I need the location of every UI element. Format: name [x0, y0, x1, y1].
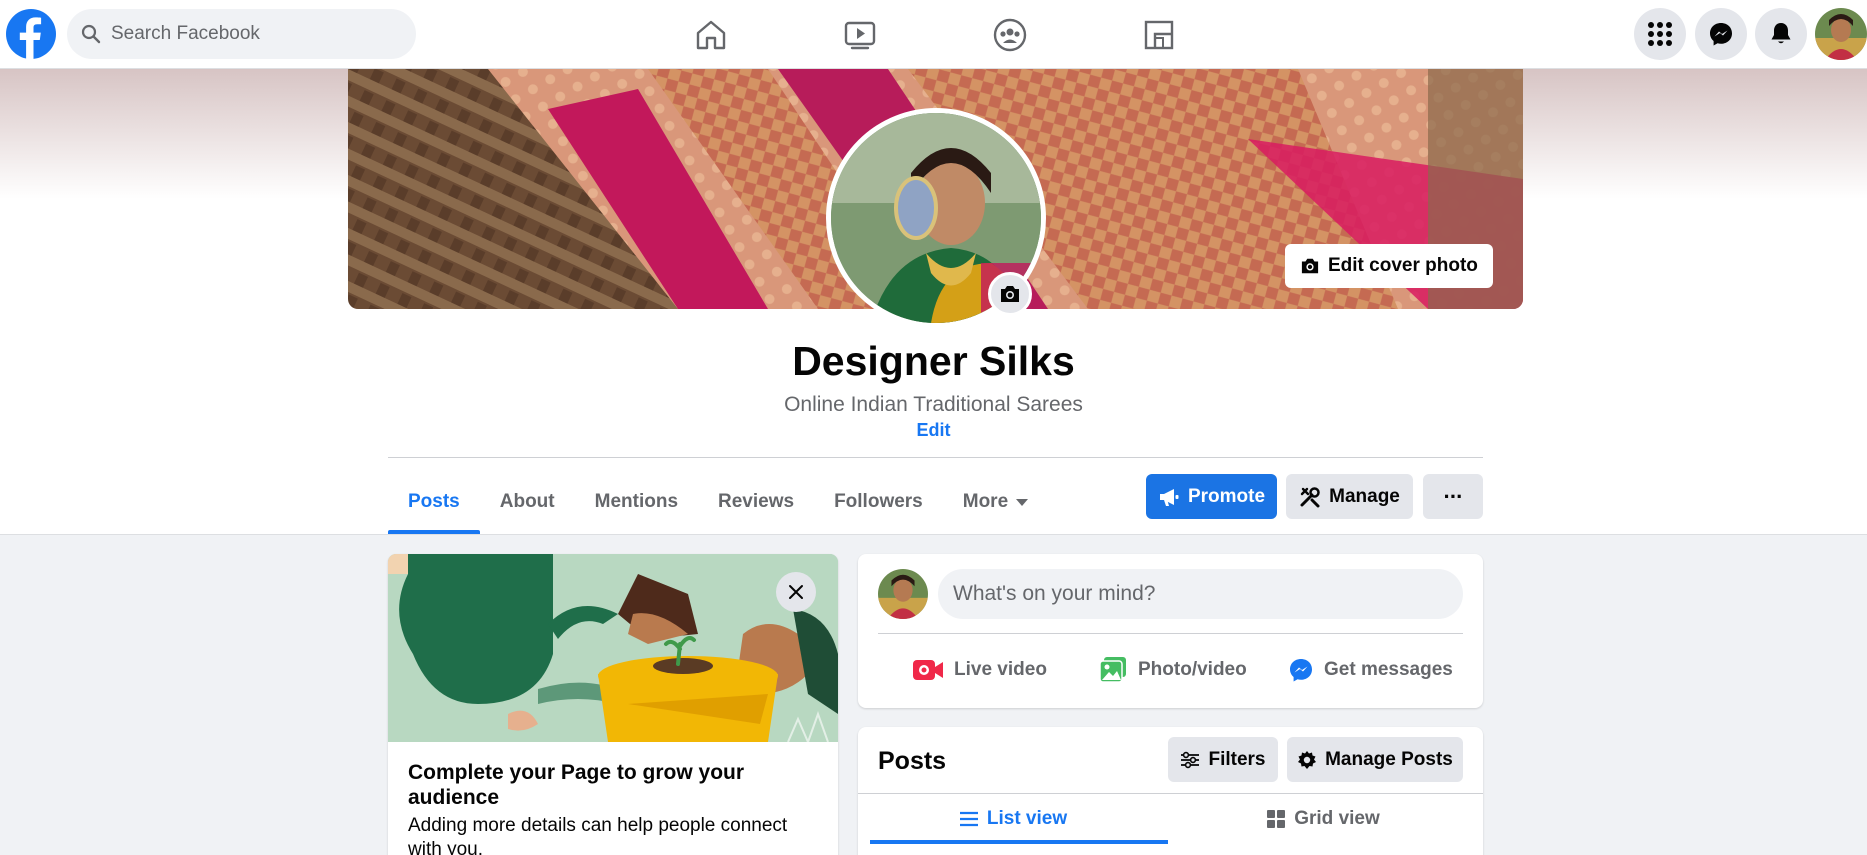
- watch-icon[interactable]: [837, 12, 883, 58]
- more-options-button[interactable]: ···: [1423, 474, 1483, 519]
- promote-button[interactable]: Promote: [1146, 474, 1277, 519]
- tab-grid-view[interactable]: Grid view: [1168, 794, 1478, 844]
- card-description: Adding more details can help people conn…: [408, 815, 788, 855]
- tab-mentions[interactable]: Mentions: [575, 470, 698, 534]
- create-post-placeholder: What's on your mind?: [953, 582, 1156, 605]
- update-profile-picture-button[interactable]: [988, 272, 1032, 316]
- notifications-icon[interactable]: [1755, 8, 1807, 60]
- avatar[interactable]: [878, 569, 928, 619]
- promote-label: Promote: [1187, 485, 1266, 507]
- edit-cover-photo-button[interactable]: Edit cover photo: [1285, 244, 1493, 288]
- tools-icon: [1300, 486, 1320, 507]
- edit-page-info-link[interactable]: Edit: [917, 420, 951, 440]
- grid-view-label: Grid view: [1294, 808, 1380, 829]
- caret-down-icon: [1016, 498, 1029, 506]
- account-avatar[interactable]: [1815, 8, 1867, 60]
- camera-icon: [1001, 286, 1019, 302]
- search-bar[interactable]: [67, 9, 416, 59]
- watering-plant-illustration: [388, 554, 838, 742]
- manage-posts-label: Manage Posts: [1325, 748, 1453, 770]
- header-divider: [388, 457, 1483, 458]
- list-view-label: List view: [986, 808, 1068, 829]
- gear-icon: [1298, 750, 1317, 769]
- tab-label: Reviews: [718, 491, 795, 512]
- photo-video-button[interactable]: Photo/video: [1098, 647, 1247, 693]
- page-tabs: Posts About Mentions Reviews Followers M…: [388, 470, 1048, 534]
- tab-label: About: [499, 491, 555, 512]
- menu-grid-icon[interactable]: [1634, 8, 1686, 60]
- manage-label: Manage: [1329, 485, 1400, 507]
- tab-reviews[interactable]: Reviews: [698, 470, 814, 534]
- photo-video-label: Photo/video: [1138, 659, 1247, 680]
- filter-sliders-icon: [1181, 751, 1200, 768]
- get-messages-label: Get messages: [1324, 659, 1453, 680]
- filters-button[interactable]: Filters: [1168, 737, 1278, 782]
- edit-cover-photo-label: Edit cover photo: [1328, 255, 1478, 276]
- grid-icon: [1267, 810, 1286, 828]
- more-options-icon: ···: [1443, 483, 1464, 509]
- search-icon: [81, 24, 101, 44]
- tab-list-view[interactable]: List view: [858, 794, 1168, 844]
- megaphone-icon: [1159, 488, 1179, 506]
- filters-label: Filters: [1208, 748, 1266, 770]
- tab-label: Posts: [408, 491, 460, 512]
- posts-heading: Posts: [878, 747, 947, 775]
- home-icon[interactable]: [688, 12, 734, 58]
- page-setup-card: Complete your Page to grow your audience…: [388, 554, 838, 855]
- manage-button[interactable]: Manage: [1286, 474, 1413, 519]
- tab-label: More: [962, 491, 1009, 512]
- pages-icon[interactable]: [1136, 12, 1182, 58]
- top-navigation-bar: [0, 0, 1867, 69]
- tab-label: Mentions: [594, 491, 679, 512]
- manage-posts-button[interactable]: Manage Posts: [1287, 737, 1463, 782]
- tab-followers[interactable]: Followers: [814, 470, 943, 534]
- live-video-button[interactable]: Live video: [912, 647, 1047, 693]
- page-category: Online Indian Traditional Sarees: [784, 393, 1083, 416]
- messenger-icon: [1290, 659, 1312, 682]
- posts-section: Posts Filters Manage Posts List view Gri…: [858, 727, 1483, 855]
- tab-posts[interactable]: Posts: [388, 470, 480, 534]
- list-icon: [959, 811, 978, 827]
- facebook-logo-icon[interactable]: [6, 9, 56, 59]
- page-title: Designer Silks: [792, 338, 1075, 384]
- get-messages-button[interactable]: Get messages: [1288, 647, 1453, 693]
- tab-about[interactable]: About: [480, 470, 575, 534]
- card-title: Complete your Page to grow your audience: [408, 761, 745, 809]
- post-composer: What's on your mind? Live video Photo/vi…: [858, 554, 1483, 708]
- search-input[interactable]: [111, 23, 391, 45]
- tab-more[interactable]: More: [943, 470, 1048, 534]
- create-post-input[interactable]: What's on your mind?: [938, 569, 1463, 619]
- live-video-label: Live video: [954, 659, 1047, 680]
- messenger-icon[interactable]: [1695, 8, 1747, 60]
- composer-divider: [878, 633, 1463, 634]
- close-icon: [789, 585, 803, 599]
- camera-icon: [1301, 258, 1319, 274]
- close-card-button[interactable]: [776, 572, 816, 612]
- live-video-icon: [913, 660, 943, 680]
- tab-label: Followers: [834, 491, 923, 512]
- groups-icon[interactable]: [987, 12, 1033, 58]
- photo-video-icon: [1099, 657, 1126, 683]
